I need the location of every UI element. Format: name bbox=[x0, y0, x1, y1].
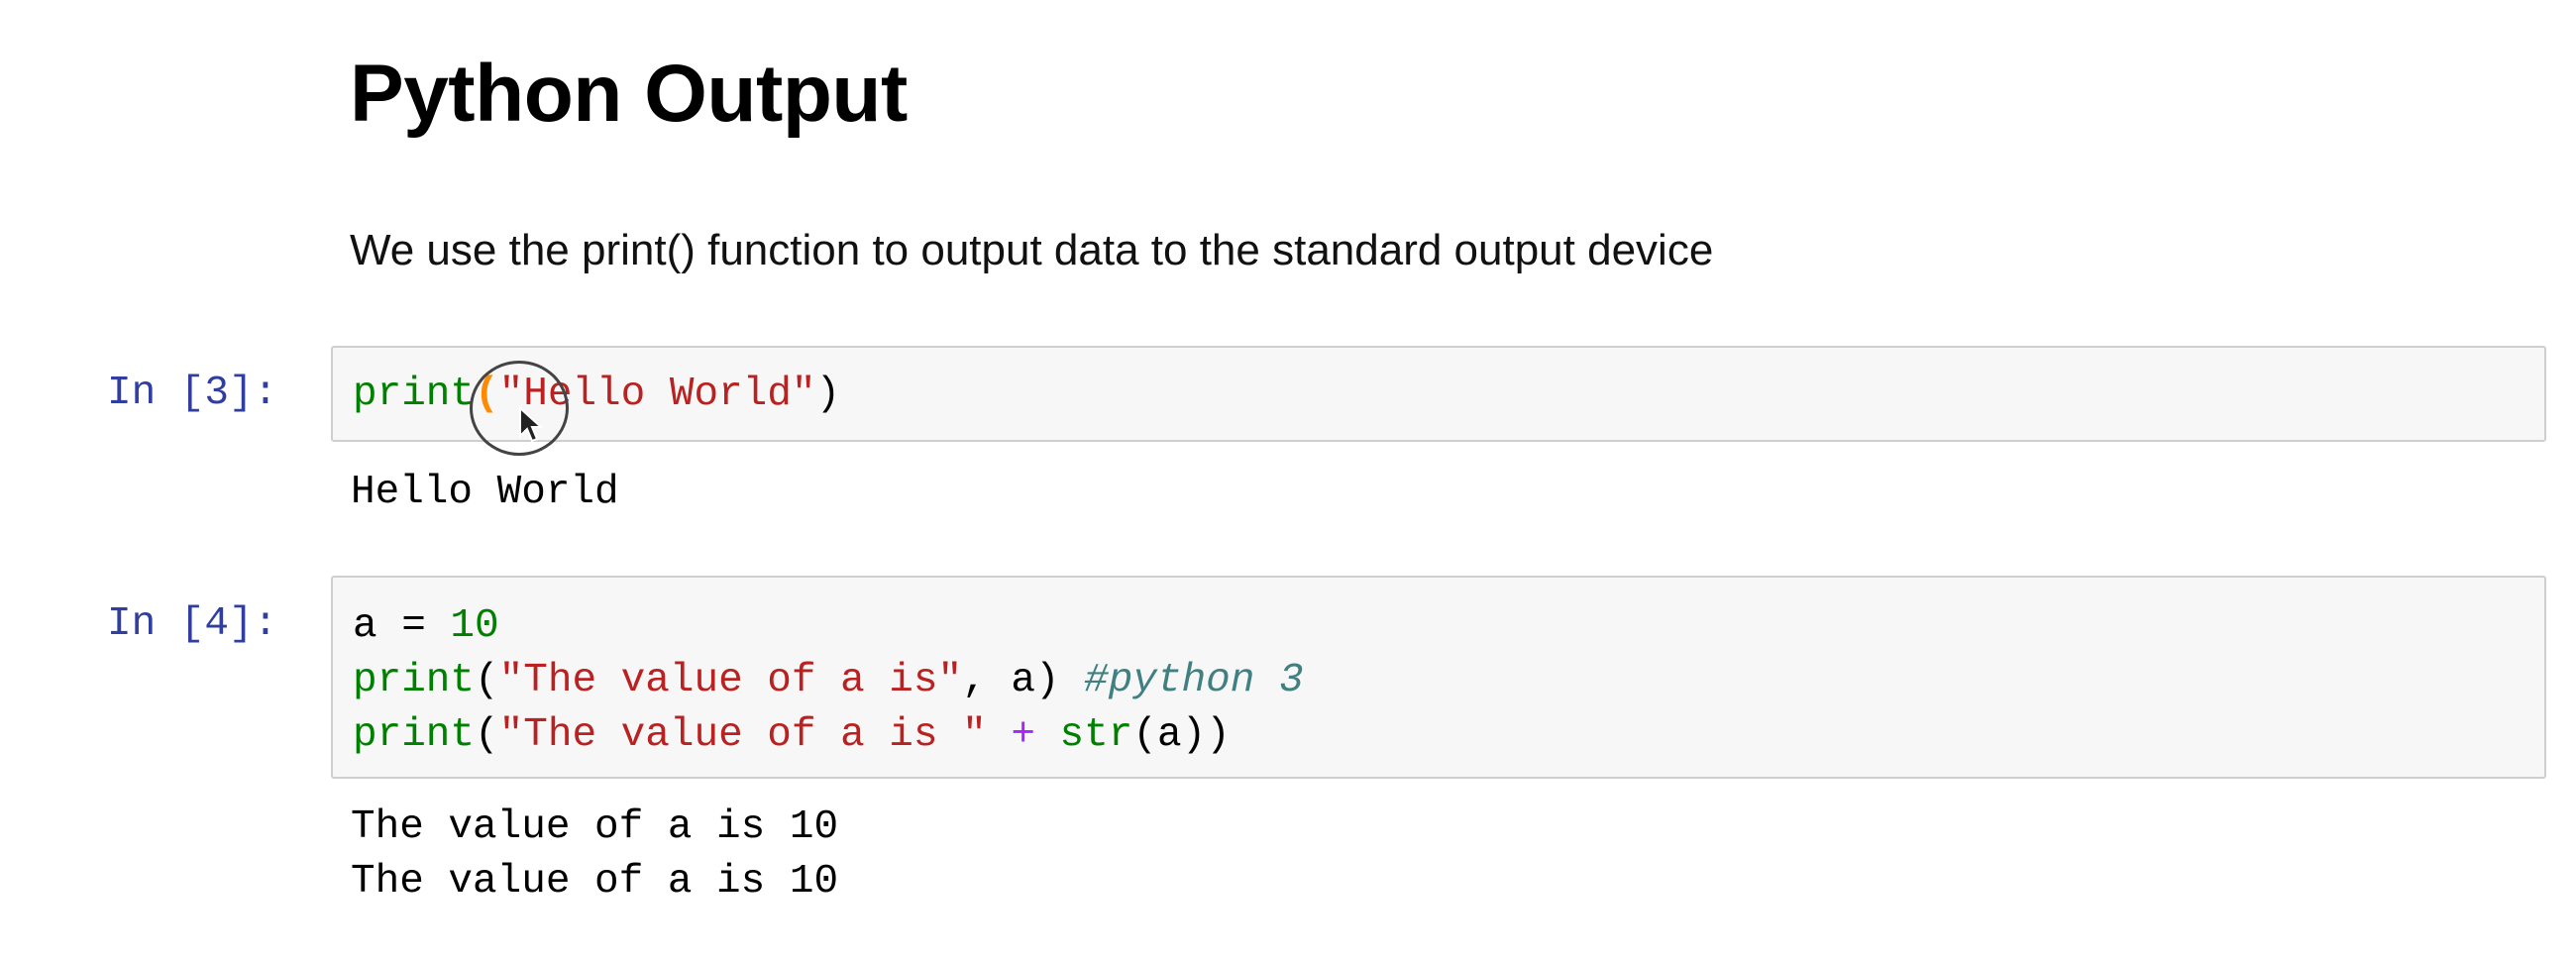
cell-output-4: The value of a is 10 The value of a is 1… bbox=[351, 801, 838, 910]
code-token-var: a bbox=[353, 603, 377, 649]
cell-prompt-3: In [3]: bbox=[107, 371, 278, 416]
code-token-paren: ) bbox=[815, 372, 841, 417]
code-token-op: = bbox=[376, 603, 451, 649]
code-token-string: "The value of a is " bbox=[498, 712, 987, 758]
code-cell-input-4[interactable]: a = 10 print("The value of a is", a) #py… bbox=[331, 576, 2546, 779]
code-token-comment: #python 3 bbox=[1084, 658, 1304, 703]
code-token-builtin: print bbox=[353, 712, 476, 758]
output-line: Hello World bbox=[351, 470, 619, 515]
code-token-operator: + bbox=[986, 712, 1060, 758]
cell-output-3: Hello World bbox=[351, 466, 619, 520]
code-token-number: 10 bbox=[450, 603, 499, 649]
cell-prompt-4: In [4]: bbox=[107, 601, 278, 647]
code-editor[interactable]: print("Hello World") bbox=[333, 348, 2544, 422]
code-token-rest: , a) bbox=[962, 658, 1085, 703]
code-editor[interactable]: a = 10 print("The value of a is", a) #py… bbox=[333, 578, 2544, 763]
code-cell-input-3[interactable]: print("Hello World") bbox=[331, 346, 2546, 442]
markdown-title: Python Output bbox=[350, 49, 908, 139]
output-line: The value of a is 10 bbox=[351, 859, 839, 905]
code-token-builtin: print bbox=[353, 372, 476, 417]
code-token-builtin: print bbox=[353, 658, 476, 703]
mouse-pointer-icon bbox=[519, 406, 544, 443]
code-token-paren: ( bbox=[475, 712, 499, 758]
code-token-string: "The value of a is" bbox=[498, 658, 963, 703]
markdown-description: We use the print() function to output da… bbox=[350, 226, 1714, 274]
code-token-rest: (a)) bbox=[1132, 712, 1231, 758]
code-token-paren: ( bbox=[475, 658, 499, 703]
code-token-builtin: str bbox=[1059, 712, 1133, 758]
output-line: The value of a is 10 bbox=[351, 804, 839, 850]
